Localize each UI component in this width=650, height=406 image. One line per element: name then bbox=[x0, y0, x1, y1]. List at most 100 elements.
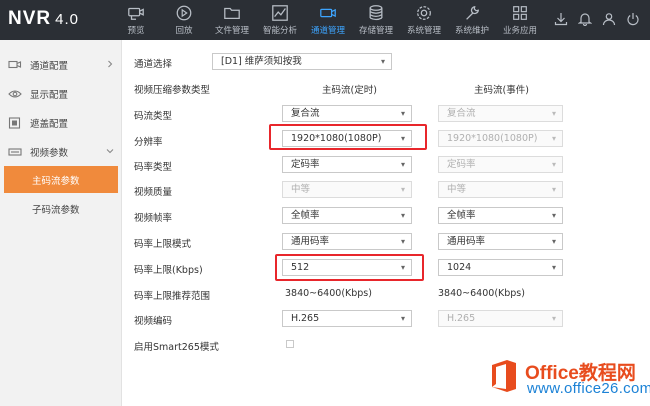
nav-playback[interactable]: 回放 bbox=[160, 0, 208, 40]
office-logo-icon bbox=[489, 358, 519, 394]
dropdown-arrow-icon: ▾ bbox=[551, 237, 556, 246]
sidebar-item-channel-config[interactable]: 通道配置 bbox=[0, 50, 121, 79]
sidebar-item-display-config[interactable]: 显示配置 bbox=[0, 79, 121, 108]
stream-type-event-select[interactable]: 复合流 ▾ bbox=[438, 105, 563, 122]
highlight-box-bitrate-limit bbox=[275, 254, 424, 281]
dropdown-arrow-icon: ▾ bbox=[400, 314, 405, 323]
row-label: 视频编码 bbox=[134, 316, 173, 327]
compress-type-label: 视频压缩参数类型 bbox=[134, 85, 211, 96]
dropdown-arrow-icon: ▾ bbox=[551, 134, 556, 143]
select-value: 复合流 bbox=[447, 108, 476, 119]
row-label: 码率上限模式 bbox=[134, 239, 192, 250]
sidebar-item-label: 显示配置 bbox=[30, 89, 69, 101]
nav-label: 系统管理 bbox=[406, 26, 441, 36]
nav-label: 业务应用 bbox=[502, 26, 537, 36]
row-label: 码率上限推荐范围 bbox=[134, 291, 211, 302]
nav-label: 通道管理 bbox=[310, 26, 345, 36]
watermark-url: www.office26.com bbox=[527, 380, 650, 397]
dropdown-arrow-icon: ▾ bbox=[400, 160, 405, 169]
select-value: 复合流 bbox=[291, 108, 320, 119]
sidebar-sub-main-stream[interactable]: 主码流参数 bbox=[4, 166, 118, 193]
resolution-event-select[interactable]: 1920*1080(1080P) ▾ bbox=[438, 130, 563, 147]
smart265-checkbox[interactable] bbox=[286, 340, 294, 348]
nav-file-management[interactable]: 文件管理 bbox=[208, 0, 256, 40]
channel-select-label: 通道选择 bbox=[134, 59, 173, 70]
select-value: 1920*1080(1080P) bbox=[447, 133, 538, 144]
nav-label: 智能分析 bbox=[262, 26, 297, 36]
dropdown-arrow-icon: ▾ bbox=[400, 109, 405, 118]
nav-storage-management[interactable]: 存储管理 bbox=[352, 0, 400, 40]
nav-system-management[interactable]: 系统管理 bbox=[400, 0, 448, 40]
select-value: 通用码率 bbox=[447, 236, 486, 247]
channel-camera-icon bbox=[319, 4, 337, 22]
select-value: 全帧率 bbox=[291, 210, 320, 221]
row-label: 码率类型 bbox=[134, 162, 173, 173]
nav-label: 预览 bbox=[127, 26, 145, 36]
sidebar-item-mask-config[interactable]: 遮盖配置 bbox=[0, 108, 121, 137]
select-value: 中等 bbox=[447, 184, 467, 195]
video-quality-select[interactable]: 中等 ▾ bbox=[282, 181, 412, 198]
frame-rate-event-select[interactable]: 全帧率 ▾ bbox=[438, 207, 563, 224]
frame-rate-select[interactable]: 全帧率 ▾ bbox=[282, 207, 412, 224]
channel-select-value: [D1] 维萨须知按我 bbox=[221, 56, 302, 67]
app-version: 4.0 bbox=[55, 11, 79, 28]
nav-label: 存储管理 bbox=[358, 26, 393, 36]
nav-business-apps[interactable]: 业务应用 bbox=[496, 0, 544, 40]
sidebar-sub-label: 子码流参数 bbox=[32, 204, 80, 216]
nav-smart-analysis[interactable]: 智能分析 bbox=[256, 0, 304, 40]
video-param-icon bbox=[8, 146, 22, 158]
select-value: H.265 bbox=[291, 313, 320, 324]
user-icon[interactable] bbox=[602, 12, 616, 26]
nav-label: 系统维护 bbox=[454, 26, 489, 36]
sidebar-sub-sub-stream[interactable]: 子码流参数 bbox=[4, 195, 118, 222]
video-quality-event-select[interactable]: 中等 ▾ bbox=[438, 181, 563, 198]
nav-label: 回放 bbox=[175, 26, 193, 36]
column-main-stream-event: 主码流(事件) bbox=[474, 85, 529, 96]
bitrate-limit-mode-event-select[interactable]: 通用码率 ▾ bbox=[438, 233, 563, 250]
dropdown-arrow-icon: ▾ bbox=[400, 237, 405, 246]
nav-label: 文件管理 bbox=[214, 26, 249, 36]
power-icon[interactable] bbox=[626, 12, 640, 26]
dropdown-arrow-icon: ▾ bbox=[380, 57, 385, 66]
sidebar-item-video-params[interactable]: 视频参数 bbox=[0, 137, 121, 166]
nav-preview[interactable]: 预览 bbox=[112, 0, 160, 40]
video-encoding-select[interactable]: H.265 ▾ bbox=[282, 310, 412, 327]
highlight-box-resolution bbox=[269, 124, 427, 150]
select-value: 1024 bbox=[447, 262, 472, 273]
nav-system-maintenance[interactable]: 系统维护 bbox=[448, 0, 496, 40]
top-tools bbox=[554, 12, 640, 26]
dropdown-arrow-icon: ▾ bbox=[551, 160, 556, 169]
bell-icon[interactable] bbox=[578, 12, 592, 26]
database-icon bbox=[367, 4, 385, 22]
channel-select[interactable]: [D1] 维萨须知按我 ▾ bbox=[212, 53, 392, 70]
select-value: 通用码率 bbox=[291, 236, 330, 247]
playback-icon bbox=[175, 4, 193, 22]
bitrate-limit-mode-select[interactable]: 通用码率 ▾ bbox=[282, 233, 412, 250]
stream-type-select[interactable]: 复合流 ▾ bbox=[282, 105, 412, 122]
video-encoding-event-select[interactable]: H.265 ▾ bbox=[438, 310, 563, 327]
analytics-icon bbox=[271, 4, 289, 22]
bitrate-type-select[interactable]: 定码率 ▾ bbox=[282, 156, 412, 173]
top-bar: NVR 4.0 预览 回放 文件管理 智能分析 通道管理 存储管理 系统管理 系… bbox=[0, 0, 650, 40]
main-nav: 预览 回放 文件管理 智能分析 通道管理 存储管理 系统管理 系统维护 业务应用 bbox=[112, 0, 544, 40]
mask-icon bbox=[8, 116, 22, 129]
nav-channel-management[interactable]: 通道管理 bbox=[304, 0, 352, 40]
app-name: NVR bbox=[8, 8, 52, 29]
dropdown-arrow-icon: ▾ bbox=[551, 185, 556, 194]
eye-icon bbox=[8, 88, 22, 100]
chevron-down-icon bbox=[105, 146, 115, 156]
download-icon[interactable] bbox=[554, 12, 568, 26]
chevron-right-icon bbox=[105, 59, 115, 69]
dropdown-arrow-icon: ▾ bbox=[551, 211, 556, 220]
row-label: 码率上限(Kbps) bbox=[134, 265, 203, 276]
column-main-stream-timed: 主码流(定时) bbox=[322, 85, 377, 96]
select-value: 全帧率 bbox=[447, 210, 476, 221]
sidebar-item-label: 视频参数 bbox=[30, 147, 69, 159]
recommended-range-event: 3840~6400(Kbps) bbox=[438, 288, 525, 299]
bitrate-limit-event-select[interactable]: 1024 ▾ bbox=[438, 259, 563, 276]
gear-icon bbox=[415, 4, 433, 22]
bitrate-type-event-select[interactable]: 定码率 ▾ bbox=[438, 156, 563, 173]
app-logo: NVR 4.0 bbox=[8, 8, 79, 30]
sidebar-sub-label: 主码流参数 bbox=[32, 175, 80, 187]
channel-config-icon bbox=[8, 59, 22, 71]
